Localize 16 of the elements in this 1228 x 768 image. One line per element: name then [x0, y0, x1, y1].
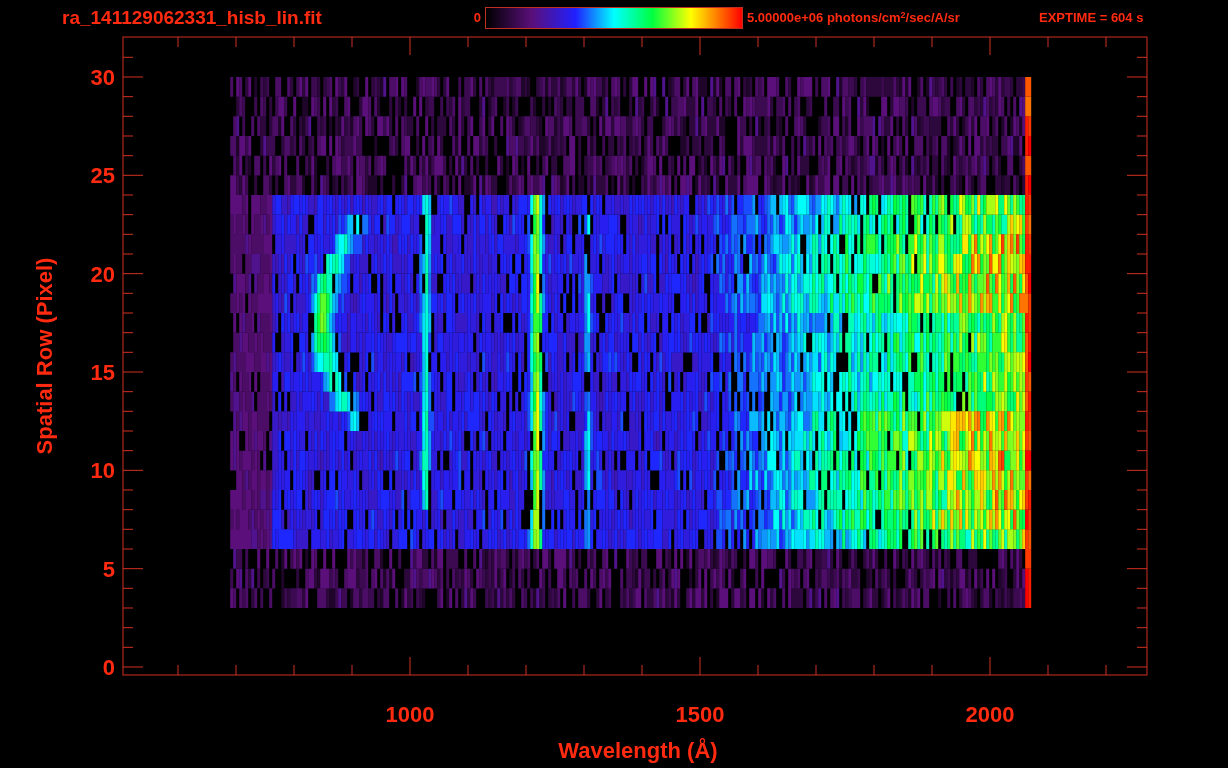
tick-label: 20	[90, 261, 115, 287]
axis-title: Wavelength (Å)	[558, 738, 718, 763]
tick-label: 0	[102, 655, 115, 680]
axis-title: Spatial Row (Pixel)	[32, 257, 57, 455]
tick-label: 30	[90, 65, 115, 90]
tick-label: 1000	[385, 702, 435, 727]
colorbar-min-label: 0	[472, 9, 482, 28]
tick-label: 10	[90, 458, 115, 484]
exposure-time: EXPTIME = 604 s	[1039, 9, 1144, 28]
tick-label: 5	[102, 556, 115, 582]
tick-label: 15	[90, 360, 115, 385]
tick-label: 1500	[675, 702, 725, 727]
tick-label: 25	[90, 163, 115, 189]
plot-title: ra_141129062331_hisb_lin.fit	[62, 5, 323, 30]
tick-label: 2000	[965, 702, 1015, 727]
colorbar-max-label: 5.00000e+06 photons/cm$^{2}$/sec/A/sr	[747, 8, 961, 28]
